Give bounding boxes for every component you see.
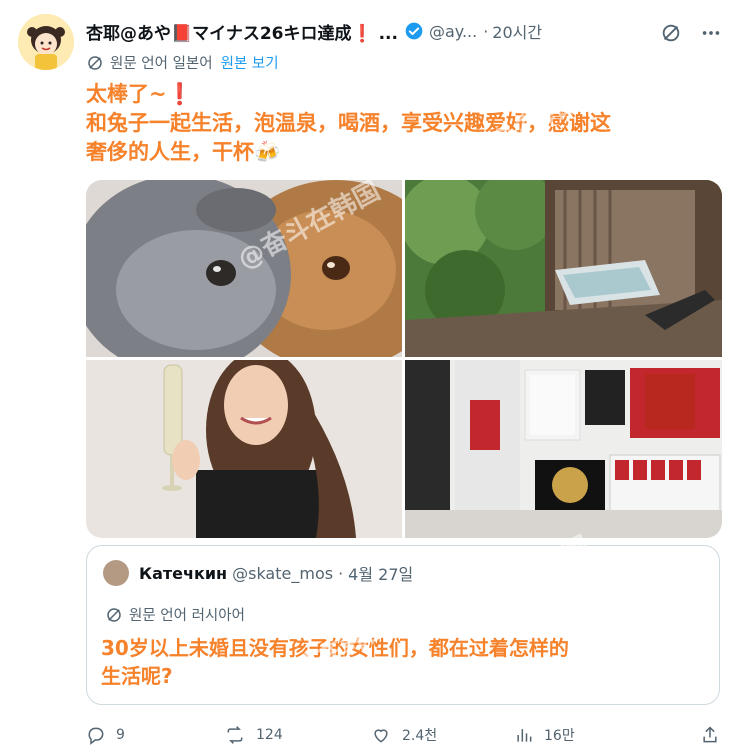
like-icon	[374, 729, 388, 743]
media-woman[interactable]	[86, 360, 402, 538]
quoted-date[interactable]: 4월 27일	[348, 561, 413, 585]
quoted-translation-note: 원문 언어 러시아어	[129, 608, 245, 624]
post-text: 太棒了~❗ 和兔子一起生活，泡温泉，喝酒，享受兴趣爱好，感谢这 奢侈的人生，干杯…	[86, 80, 726, 167]
post-text-line: 和兔子一起生活，泡温泉，喝酒，享受兴趣爱好，感谢这	[86, 111, 611, 135]
translate-icon	[88, 55, 102, 70]
dot-separator: ·	[338, 563, 344, 583]
action-bar: 9 124 2.4천 16만	[86, 725, 726, 745]
like-count: 2.4천	[402, 728, 438, 744]
grok-icon[interactable]	[660, 22, 682, 44]
reply-count: 9	[116, 727, 125, 743]
show-original-link[interactable]: 원본 보기	[221, 52, 279, 73]
post-time[interactable]: 20시간	[492, 19, 542, 43]
repost-count: 124	[256, 727, 283, 743]
views-button[interactable]: 16만	[514, 725, 575, 745]
views-icon	[517, 729, 532, 742]
media-rabbits[interactable]	[86, 180, 402, 357]
post-header: 杏耶@あや📕マイナス26キロ達成❗ ... @ay... · 20시간	[86, 18, 734, 44]
author-avatar[interactable]	[18, 14, 74, 70]
woman-image	[86, 360, 402, 538]
quoted-translation-bar: 원문 언어 러시아어	[105, 604, 245, 625]
media-grid	[86, 180, 722, 538]
reply-icon	[88, 727, 104, 745]
translation-bar: 원문 언어 일본어 원본 보기	[86, 52, 279, 73]
author-name[interactable]: 杏耶@あや📕マイナス26キロ達成❗ ...	[86, 19, 398, 44]
outdoor-bath-image	[405, 180, 722, 357]
collection-image	[405, 360, 722, 538]
quoted-text-line: 生活呢?	[101, 664, 173, 688]
media-outdoor-bath[interactable]	[405, 180, 722, 357]
quoted-text: 30岁以上未婚且没有孩子的女性们，都在过着怎样的 生活呢?	[101, 634, 701, 690]
share-icon	[703, 726, 717, 743]
dot-separator: ·	[483, 21, 489, 41]
translation-note: 원문 언어 일본어	[110, 56, 213, 72]
share-button[interactable]	[700, 725, 720, 745]
media-collection[interactable]	[405, 360, 722, 538]
repost-button[interactable]: 124	[224, 725, 283, 745]
rabbits-image	[86, 180, 402, 357]
author-handle[interactable]: @ay...	[429, 22, 477, 41]
translate-icon	[107, 607, 121, 622]
avatar-icon	[18, 14, 74, 70]
quoted-author-name[interactable]: Катечкин	[139, 564, 227, 583]
post-text-line: 奢侈的人生，干杯🍻	[86, 140, 281, 164]
quoted-post[interactable]: Катечкин @skate_mos · 4월 27일 원문 언어 러시아어 …	[86, 545, 720, 705]
quoted-author-handle[interactable]: @skate_mos	[232, 564, 333, 583]
like-button[interactable]: 2.4천	[370, 725, 437, 745]
view-count: 16만	[544, 728, 575, 744]
reply-button[interactable]: 9	[86, 725, 125, 745]
more-icon[interactable]	[700, 22, 722, 44]
verified-icon	[405, 22, 423, 40]
quoted-avatar[interactable]	[103, 560, 129, 586]
quoted-text-line: 30岁以上未婚且没有孩子的女性们，都在过着怎样的	[101, 636, 569, 660]
repost-icon	[227, 726, 243, 744]
quoted-header: Катечкин @skate_mos · 4월 27일	[103, 560, 413, 586]
post-text-line: 太棒了~❗	[86, 82, 193, 106]
